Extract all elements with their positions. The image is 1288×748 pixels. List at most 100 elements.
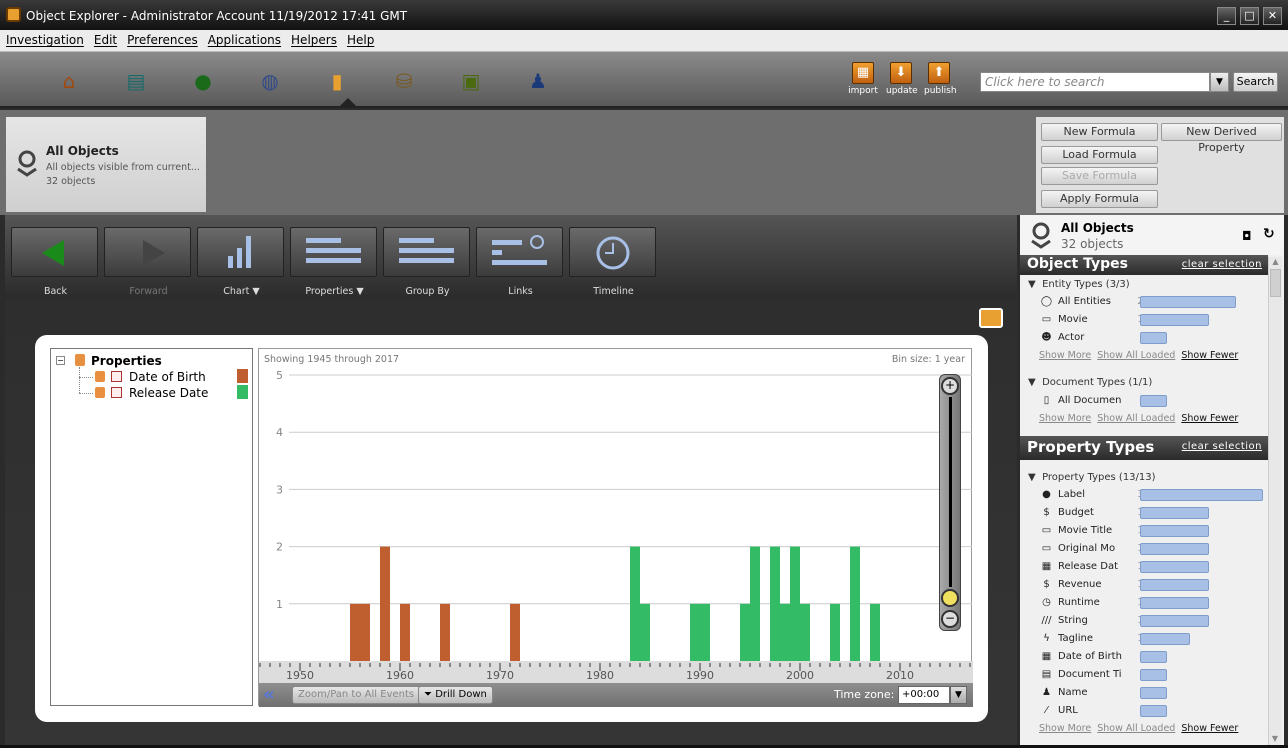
menu-edit[interactable]: Edit xyxy=(94,33,117,47)
type-row[interactable]: ▭Movie Title18 xyxy=(1020,522,1268,540)
show-all-loaded-link[interactable]: Show All Loaded xyxy=(1097,350,1175,361)
type-row[interactable]: ♟Name7 xyxy=(1020,684,1268,702)
person-graph-icon[interactable]: ● xyxy=(190,68,216,94)
bar-release-date[interactable] xyxy=(690,603,700,661)
home-icon[interactable]: ⌂ xyxy=(56,68,82,94)
type-row[interactable]: ▭Movie18 xyxy=(1020,311,1268,329)
menu-help[interactable]: Help xyxy=(347,33,374,47)
scroll-down-icon[interactable]: ▼ xyxy=(1269,734,1281,743)
property-types-clear-selection[interactable]: clear selection xyxy=(1182,441,1262,452)
new-formula-button[interactable]: New Formula xyxy=(1041,123,1158,141)
menu-investigation[interactable]: Investigation xyxy=(6,33,84,47)
bar-release-date[interactable] xyxy=(630,546,640,661)
scroll-thumb[interactable] xyxy=(1270,269,1281,297)
show-all-loaded-link[interactable]: Show All Loaded xyxy=(1097,723,1175,734)
type-row[interactable]: ▦Date of Birth7 xyxy=(1020,648,1268,666)
type-row[interactable]: ///String18 xyxy=(1020,612,1268,630)
bar-release-date[interactable] xyxy=(750,546,760,661)
zoom-out-icon[interactable]: − xyxy=(941,610,959,628)
apply-formula-button[interactable]: Apply Formula xyxy=(1041,190,1158,208)
zoom-in-icon[interactable]: + xyxy=(941,377,959,395)
type-row[interactable]: ◯All Entities25 xyxy=(1020,293,1268,311)
tree-item-release-date[interactable]: Release Date xyxy=(129,386,208,400)
new-derived-property-button[interactable]: New Derived Property xyxy=(1161,123,1282,154)
show-more-link[interactable]: Show More xyxy=(1039,413,1091,424)
zoom-pan-all-events-button[interactable]: Zoom/Pan to All Events xyxy=(292,686,421,704)
update-button[interactable]: ⬇ update xyxy=(886,62,918,96)
bar-release-date[interactable] xyxy=(830,603,840,661)
tool-links-button[interactable]: Links xyxy=(476,227,563,297)
type-row[interactable]: ▦Release Dat18 xyxy=(1020,558,1268,576)
object-types-clear-selection[interactable]: clear selection xyxy=(1182,259,1262,270)
search-input[interactable]: Click here to search xyxy=(980,72,1210,92)
type-row[interactable]: ▯All Documen7 xyxy=(1020,392,1268,410)
type-row[interactable]: ϟTagline13 xyxy=(1020,630,1268,648)
search-button[interactable]: Search xyxy=(1233,72,1278,92)
show-more-link[interactable]: Show More xyxy=(1039,350,1091,361)
type-row[interactable]: ▤Document Ti7 xyxy=(1020,666,1268,684)
scroll-up-icon[interactable]: ▲ xyxy=(1269,257,1282,266)
menu-preferences[interactable]: Preferences xyxy=(127,33,198,47)
bar-date-of-birth[interactable] xyxy=(360,603,370,661)
database-icon[interactable]: ⛁ xyxy=(391,68,417,94)
bar-date-of-birth[interactable] xyxy=(440,603,450,661)
count-bar[interactable] xyxy=(1140,651,1167,663)
type-row[interactable]: ▭Original Mo18 xyxy=(1020,540,1268,558)
tool-forward-arrow-button[interactable]: Forward xyxy=(104,227,191,297)
tool-group-by-button[interactable]: Group By xyxy=(383,227,470,297)
timeline-chart[interactable]: Showing 1945 through 2017 Bin size: 1 ye… xyxy=(258,348,973,707)
load-formula-button[interactable]: Load Formula xyxy=(1041,146,1158,164)
tool-timeline-clock-button[interactable]: Timeline xyxy=(569,227,656,297)
scroll-left-icon[interactable]: « xyxy=(263,684,275,705)
series-color-swatch[interactable] xyxy=(237,369,248,383)
import-button[interactable]: ▦ import xyxy=(848,62,878,96)
bar-release-date[interactable] xyxy=(640,603,650,661)
bar-date-of-birth[interactable] xyxy=(510,603,520,661)
count-bar[interactable] xyxy=(1140,332,1167,344)
count-bar[interactable] xyxy=(1140,314,1209,326)
zoom-handle[interactable] xyxy=(941,589,959,607)
count-bar[interactable] xyxy=(1140,615,1209,627)
menu-applications[interactable]: Applications xyxy=(208,33,281,47)
bar-date-of-birth[interactable] xyxy=(380,546,390,661)
count-bar[interactable] xyxy=(1140,669,1167,681)
bar-release-date[interactable] xyxy=(850,546,860,661)
save-formula-button[interactable]: Save Formula xyxy=(1041,167,1158,185)
menu-helpers[interactable]: Helpers xyxy=(291,33,337,47)
count-bar[interactable] xyxy=(1140,705,1167,717)
bar-release-date[interactable] xyxy=(870,603,880,661)
type-row[interactable]: ⁄URL7 xyxy=(1020,702,1268,720)
tree-item-date-of-birth[interactable]: Date of Birth xyxy=(129,370,206,384)
show-fewer-link[interactable]: Show Fewer xyxy=(1181,350,1238,361)
camera-icon[interactable]: ◘ xyxy=(1242,229,1252,243)
bar-release-date[interactable] xyxy=(740,603,750,661)
bar-release-date[interactable] xyxy=(700,603,710,661)
type-group-header[interactable]: ▼ Property Types (13/13) xyxy=(1028,472,1268,483)
bar-date-of-birth[interactable] xyxy=(400,603,410,661)
type-row[interactable]: $Revenue18 xyxy=(1020,576,1268,594)
count-bar[interactable] xyxy=(1140,633,1190,645)
zoom-slider[interactable]: + − xyxy=(939,374,961,631)
people-icon[interactable]: ♟ xyxy=(525,68,551,94)
globe-icon[interactable]: ◍ xyxy=(257,68,283,94)
show-all-loaded-link[interactable]: Show All Loaded xyxy=(1097,413,1175,424)
show-fewer-link[interactable]: Show Fewer xyxy=(1181,413,1238,424)
type-group-header[interactable]: ▼ Entity Types (3/3) xyxy=(1028,279,1268,290)
bar-release-date[interactable] xyxy=(780,603,790,661)
right-panel-scrollbar[interactable]: ▲ ▼ xyxy=(1268,257,1282,745)
timezone-dropdown-icon[interactable]: ▼ xyxy=(950,686,967,704)
tool-back-arrow-button[interactable]: Back xyxy=(11,227,98,297)
refresh-icon[interactable]: ↻ xyxy=(1263,226,1275,242)
count-bar[interactable] xyxy=(1140,395,1167,407)
count-bar[interactable] xyxy=(1140,296,1236,308)
type-row[interactable]: $Budget18 xyxy=(1020,504,1268,522)
selection-card[interactable]: All Objects All objects visible from cur… xyxy=(6,117,206,212)
drill-down-button[interactable]: ⏷ Drill Down xyxy=(418,686,493,704)
show-more-link[interactable]: Show More xyxy=(1039,723,1091,734)
count-bar[interactable] xyxy=(1140,489,1263,501)
fullscreen-button[interactable] xyxy=(979,308,1003,328)
count-bar[interactable] xyxy=(1140,579,1209,591)
bar-chart-icon[interactable]: ▮ xyxy=(324,68,350,94)
type-row[interactable]: ●Label32 xyxy=(1020,486,1268,504)
zoom-track[interactable] xyxy=(949,397,952,587)
